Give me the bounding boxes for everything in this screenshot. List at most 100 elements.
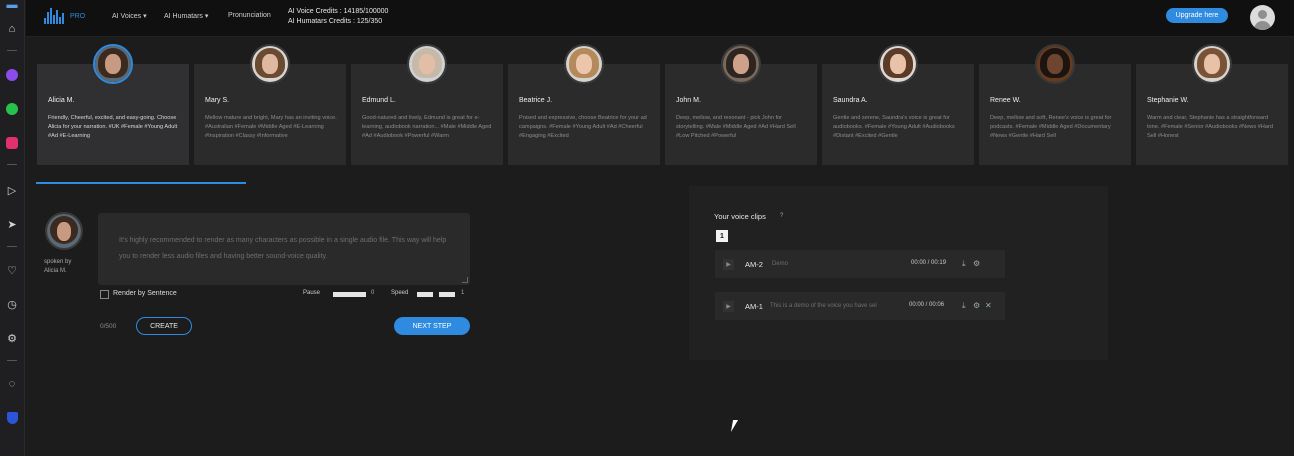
credits-info: AI Voice Credits : 14185/100000 AI Humat… xyxy=(288,7,388,27)
voice-avatar xyxy=(878,44,918,84)
clip-time: 00:00 / 00:19 xyxy=(911,260,947,266)
script-textarea[interactable]: It's highly recommended to render as man… xyxy=(98,213,470,285)
page-number-button[interactable]: 1 xyxy=(716,230,728,242)
spoken-by-text: spoken by xyxy=(44,259,72,265)
voice-avatar xyxy=(1035,44,1075,84)
voice-avatar xyxy=(1192,44,1232,84)
home-icon[interactable]: ⌂ xyxy=(5,22,19,36)
settings-icon[interactable]: ⚙ xyxy=(973,259,980,268)
send-icon[interactable]: ➤ xyxy=(5,217,19,231)
download-icon[interactable]: ⤓ xyxy=(962,301,966,311)
voice-name: Renee W. xyxy=(990,97,1021,104)
voice-avatar xyxy=(93,44,133,84)
lightbulb-icon[interactable]: ◌ xyxy=(5,377,19,391)
top-bar: PRO AI Voices ▾ AI Humatars ▾ Pronunciat… xyxy=(26,0,1294,37)
voice-avatar xyxy=(407,44,447,84)
voice-credits: AI Voice Credits : 14185/100000 xyxy=(288,8,389,15)
app-window: PRO AI Voices ▾ AI Humatars ▾ Pronunciat… xyxy=(26,0,1294,456)
spoken-by-label: spoken by Alicia M. xyxy=(44,258,71,276)
script-placeholder: It's highly recommended to render as man… xyxy=(119,237,447,260)
clip-description: This is a demo of the voice you have sel xyxy=(770,303,877,309)
app-dock: ▬ ⌂ ▷ ➤ ♡ ◷ ⚙ ◌ xyxy=(0,0,25,456)
voice-name: Mary S. xyxy=(205,97,230,104)
close-icon[interactable]: ✕ xyxy=(985,301,992,310)
avatar-body xyxy=(1254,21,1271,30)
shield-icon[interactable] xyxy=(5,411,19,425)
voice-card[interactable]: Alicia M. Friendly, Cheerful, excited, a… xyxy=(37,44,189,165)
clip-name: AM-1 xyxy=(745,302,763,311)
speed-value: 1 xyxy=(461,290,465,296)
dock-divider xyxy=(7,246,17,247)
voice-card[interactable]: John M. Deep, mellow, and resonant - pic… xyxy=(665,44,817,165)
mouse-cursor-icon xyxy=(730,420,739,432)
speaker-name: Alicia M. xyxy=(44,268,67,274)
clip-time: 00:00 / 00:06 xyxy=(909,302,945,308)
voice-card[interactable]: Edmund L. Good-natured and lively, Edmun… xyxy=(351,44,503,165)
help-icon[interactable]: ? xyxy=(780,213,783,219)
voice-description: Good-natured and lively, Edmund is great… xyxy=(362,115,492,139)
nav-ai-voices[interactable]: AI Voices ▾ xyxy=(112,12,147,20)
speed-label: Speed xyxy=(391,290,409,296)
avatar-head xyxy=(1258,10,1267,19)
resize-handle[interactable] xyxy=(462,277,468,283)
play-circle-icon[interactable]: ▷ xyxy=(5,183,19,197)
pause-label: Pause xyxy=(303,290,321,296)
voice-name: John M. xyxy=(676,97,701,104)
voice-card[interactable]: Stephanie W. Warm and clear, Stephanie h… xyxy=(1136,44,1288,165)
download-icon[interactable]: ⤓ xyxy=(962,259,966,269)
pause-slider[interactable] xyxy=(333,292,366,297)
instagram-icon[interactable] xyxy=(5,136,19,150)
character-counter: 0/500 xyxy=(100,323,117,330)
voice-clips-title: Your voice clips xyxy=(714,212,766,221)
voice-description: Deep, mellow and soft, Renee's voice is … xyxy=(990,115,1112,139)
dock-divider xyxy=(7,50,17,51)
active-tab-indicator xyxy=(36,182,246,184)
gear-icon[interactable]: ⚙ xyxy=(5,331,19,345)
nav-pronunciation[interactable]: Pronunciation xyxy=(228,12,271,19)
logo-pro-label: PRO xyxy=(70,12,86,20)
nav-ai-humatars[interactable]: AI Humatars ▾ xyxy=(164,12,208,20)
voice-card[interactable]: Saundra A. Gentle and serene, Saundra's … xyxy=(822,44,974,165)
voice-card[interactable]: Mary S. Mellow mature and bright, Mary h… xyxy=(194,44,346,165)
voice-name: Saundra A. xyxy=(833,97,868,104)
voice-avatar xyxy=(564,44,604,84)
messenger-icon[interactable] xyxy=(5,68,19,82)
render-by-sentence-label: Render by Sentence xyxy=(113,290,177,297)
voice-name: Edmund L. xyxy=(362,97,396,104)
whatsapp-icon[interactable] xyxy=(5,102,19,116)
voice-gallery: Alicia M. Friendly, Cheerful, excited, a… xyxy=(37,44,1288,166)
logo-waveform-icon xyxy=(44,8,64,24)
voice-description: Friendly, Cheerful, excited, and easy-go… xyxy=(48,115,178,139)
voice-avatar xyxy=(250,44,290,84)
voice-description: Mellow mature and bright, Mary has an in… xyxy=(205,115,337,139)
speaker-avatar xyxy=(45,212,83,250)
voice-clip-row: ▶ AM-2 Demo 00:00 / 00:19 ⤓ ⚙ xyxy=(715,250,1005,278)
humatars-credits: AI Humatars Credits : 125/350 xyxy=(288,18,383,25)
voice-avatar xyxy=(721,44,761,84)
pause-value: 0 xyxy=(371,290,375,296)
voice-card[interactable]: Renee W. Deep, mellow and soft, Renee's … xyxy=(979,44,1131,165)
app-menu-icon[interactable]: ▬ xyxy=(5,0,19,12)
voice-card[interactable]: Beatrice J. Poised and expressive, choos… xyxy=(508,44,660,165)
dock-divider xyxy=(7,360,17,361)
voice-name: Stephanie W. xyxy=(1147,97,1189,104)
speed-slider-left[interactable] xyxy=(417,292,433,297)
heart-icon[interactable]: ♡ xyxy=(5,263,19,277)
upgrade-button[interactable]: Upgrade here xyxy=(1166,8,1228,23)
voice-name: Beatrice J. xyxy=(519,97,553,104)
logo[interactable]: PRO xyxy=(44,8,85,24)
clock-icon[interactable]: ◷ xyxy=(5,297,19,311)
voice-description: Gentle and serene, Saundra's voice is gr… xyxy=(833,115,955,139)
settings-icon[interactable]: ⚙ xyxy=(973,301,980,310)
user-avatar[interactable] xyxy=(1250,5,1275,30)
next-step-button[interactable]: NEXT STEP xyxy=(394,317,470,335)
play-icon[interactable]: ▶ xyxy=(723,301,734,312)
clip-name: AM-2 xyxy=(745,260,763,269)
render-by-sentence-checkbox[interactable] xyxy=(100,290,109,299)
clip-description: Demo xyxy=(772,261,789,267)
play-icon[interactable]: ▶ xyxy=(723,259,734,270)
voice-clips-panel: Your voice clips ? 1 ▶ AM-2 Demo 00:00 /… xyxy=(689,186,1108,360)
create-button[interactable]: CREATE xyxy=(136,317,192,335)
speed-slider-right[interactable] xyxy=(439,292,455,297)
voice-description: Deep, mellow, and resonant - pick John f… xyxy=(676,115,796,139)
